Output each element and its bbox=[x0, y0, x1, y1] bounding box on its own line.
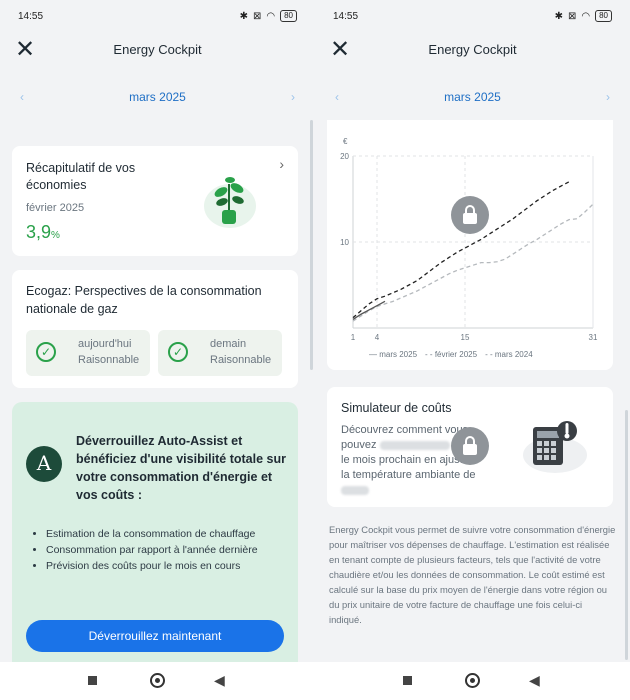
savings-title: Récapitulatif de vos économies bbox=[26, 161, 136, 192]
cost-chart: 20 10 €1 4 15 31 bbox=[340, 137, 598, 342]
legend-item: - - février 2025 bbox=[425, 350, 478, 359]
status-time: 14:55 bbox=[18, 11, 44, 22]
system-nav-bar: ◀ bbox=[0, 662, 315, 700]
auto-assist-promo: A Déverrouillez Auto-Assist et bénéficie… bbox=[12, 402, 298, 672]
ecogaz-tomorrow-label: demain bbox=[210, 338, 247, 350]
status-time: 14:55 bbox=[333, 11, 359, 22]
back-icon[interactable]: ◀ bbox=[529, 672, 540, 689]
list-item: Prévision des coûts pour le mois en cour… bbox=[46, 558, 286, 574]
promo-feature-list: Estimation de la consommation de chauffa… bbox=[34, 526, 286, 574]
savings-period: février 2025 bbox=[26, 202, 85, 214]
recents-icon[interactable] bbox=[403, 676, 412, 685]
month-navigator: ‹ mars 2025 › bbox=[0, 84, 315, 112]
battery-icon: 80 bbox=[280, 10, 297, 22]
x-tick-label: 1 bbox=[351, 333, 356, 342]
legend-item: - - mars 2024 bbox=[485, 350, 533, 359]
list-item: Consommation par rapport à l'année derni… bbox=[46, 542, 286, 558]
chevron-right-icon[interactable]: › bbox=[285, 90, 301, 106]
simulator-title: Simulateur de coûts bbox=[341, 401, 452, 415]
page-title: Energy Cockpit bbox=[113, 42, 202, 57]
ecogaz-today-status: Raisonnable bbox=[78, 354, 140, 366]
screen-left: 14:55 ✱ ⊠ ◠ 80 ✕ Energy Cockpit ‹ mars 2… bbox=[0, 0, 315, 700]
month-label[interactable]: mars 2025 bbox=[315, 90, 630, 104]
list-item: Estimation de la consommation de chauffa… bbox=[46, 526, 286, 542]
sim-icon: ⊠ bbox=[567, 10, 577, 22]
x-tick-label: 15 bbox=[461, 333, 470, 342]
status-icons: ✱ ⊠ ◠ 80 bbox=[240, 10, 297, 22]
recents-icon[interactable] bbox=[88, 676, 97, 685]
x-tick-label: 31 bbox=[589, 333, 598, 342]
app-header: ✕ Energy Cockpit bbox=[315, 34, 630, 74]
bluetooth-icon: ✱ bbox=[554, 10, 563, 22]
cost-simulator-card[interactable]: Simulateur de coûts Découvrez comment vo… bbox=[327, 387, 613, 507]
y-tick-label: 20 bbox=[340, 152, 349, 161]
savings-card[interactable]: Récapitulatif de vos économies › février… bbox=[12, 146, 298, 256]
app-header: ✕ Energy Cockpit bbox=[0, 34, 315, 74]
bluetooth-icon: ✱ bbox=[239, 10, 248, 22]
ecogaz-today: ✓ aujourd'hui Raisonnable bbox=[26, 330, 150, 376]
page-title: Energy Cockpit bbox=[428, 42, 517, 57]
chevron-right-icon[interactable]: › bbox=[279, 156, 284, 172]
cost-chart-card: 20 10 €1 4 15 31 — mars 2025 - - février 2025… bbox=[327, 120, 613, 370]
wifi-icon: ◠ bbox=[266, 10, 276, 22]
scrollbar[interactable] bbox=[625, 410, 628, 660]
ecogaz-tomorrow-status: Raisonnable bbox=[210, 354, 272, 366]
ecogaz-today-label: aujourd'hui bbox=[78, 338, 132, 350]
battery-icon: 80 bbox=[595, 10, 612, 22]
month-navigator: ‹ mars 2025 › bbox=[315, 84, 630, 112]
chevron-right-icon[interactable]: › bbox=[600, 90, 616, 106]
x-tick-label: 4 bbox=[375, 333, 380, 342]
info-paragraph: Energy Cockpit vous permet de suivre vot… bbox=[329, 524, 616, 625]
home-icon[interactable] bbox=[150, 673, 165, 688]
wifi-icon: ◠ bbox=[581, 10, 591, 22]
ecogaz-title: Ecogaz: Perspectives de la consommation … bbox=[26, 284, 262, 316]
lock-icon[interactable] bbox=[451, 427, 489, 465]
legend-item: — mars 2025 bbox=[369, 350, 418, 359]
lock-icon[interactable] bbox=[451, 196, 489, 234]
unlock-now-button[interactable]: Déverrouillez maintenant bbox=[26, 620, 284, 652]
chart-legend: — mars 2025 - - février 2025 - - mars 20… bbox=[369, 350, 533, 359]
screen-right: 14:55 ✱ ⊠ ◠ 80 ✕ Energy Cockpit ‹ mars 2… bbox=[315, 0, 630, 700]
promo-headline: Déverrouillez Auto-Assist et bénéficiez … bbox=[76, 434, 286, 502]
status-bar: 14:55 ✱ ⊠ ◠ 80 bbox=[315, 0, 630, 34]
month-label[interactable]: mars 2025 bbox=[0, 90, 315, 104]
home-icon[interactable] bbox=[465, 673, 480, 688]
savings-value: 3,9% bbox=[26, 222, 60, 242]
back-icon[interactable]: ◀ bbox=[214, 672, 225, 689]
system-nav-bar: ◀ bbox=[315, 662, 630, 700]
check-circle-icon: ✓ bbox=[36, 342, 56, 362]
scrollbar[interactable] bbox=[310, 120, 313, 370]
status-icons: ✱ ⊠ ◠ 80 bbox=[555, 10, 612, 22]
calculator-thermometer-icon bbox=[523, 421, 587, 473]
status-bar: 14:55 ✱ ⊠ ◠ 80 bbox=[0, 0, 315, 34]
sim-icon: ⊠ bbox=[252, 10, 262, 22]
plant-icon bbox=[204, 177, 256, 228]
check-circle-icon: ✓ bbox=[168, 342, 188, 362]
y-axis-label: € bbox=[343, 137, 348, 146]
y-tick-label: 10 bbox=[340, 238, 349, 247]
ecogaz-tomorrow: ✓ demain Raisonnable bbox=[158, 330, 282, 376]
auto-assist-logo: A bbox=[26, 446, 62, 482]
ecogaz-card[interactable]: Ecogaz: Perspectives de la consommation … bbox=[12, 270, 298, 388]
